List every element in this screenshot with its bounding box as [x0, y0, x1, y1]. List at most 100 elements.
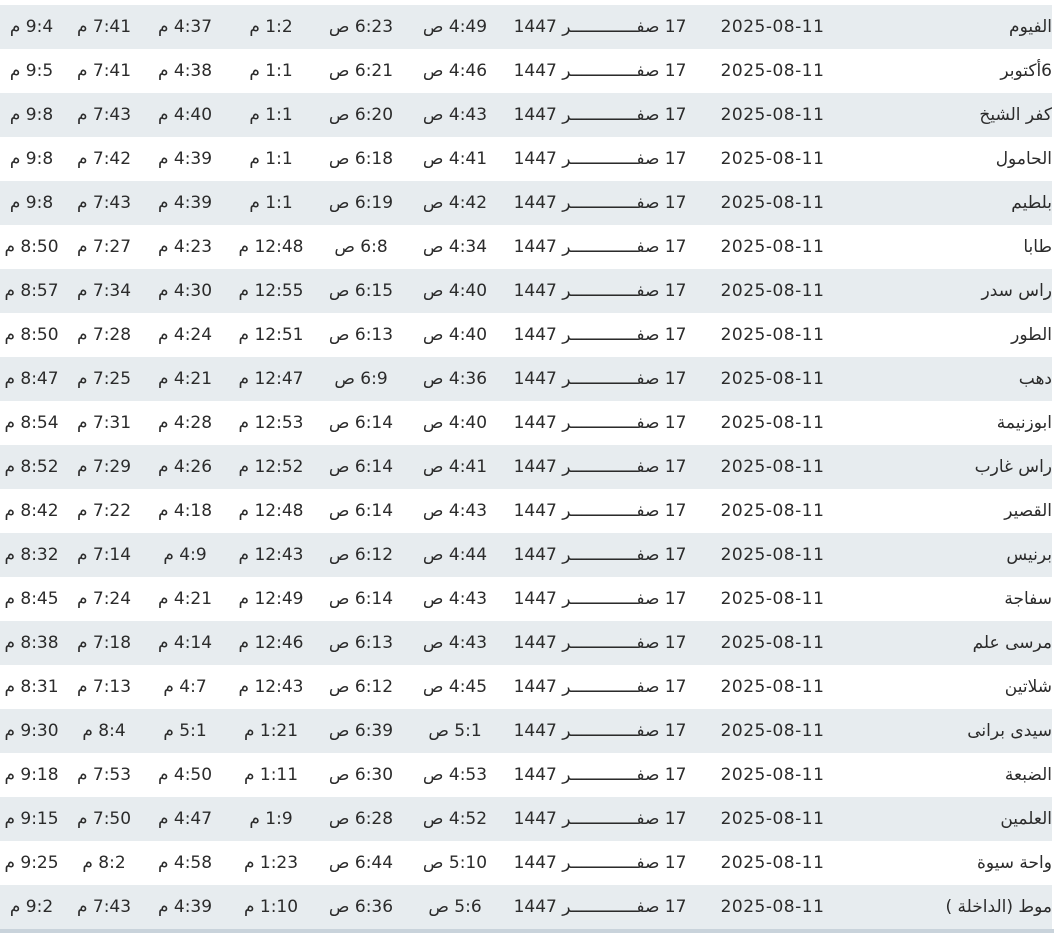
table-row: دهب 2025-08-11 17 صفـــــــــــــر 1447 4:3… — [0, 357, 1052, 401]
fajr-time-cell: 4:45 ص — [422, 677, 488, 697]
fajr-time-cell: 4:34 ص — [422, 237, 488, 257]
date-cell: 2025-08-11 — [720, 809, 825, 829]
sunrise-time-cell: 6:13 ص — [328, 633, 394, 653]
dhuhr-time-cell: 1:1 م — [249, 61, 293, 81]
city-cell: شلاتين — [1004, 677, 1052, 697]
table-row: راس سدر 2025-08-11 17 صفـــــــــــــر 144… — [0, 269, 1052, 313]
maghrib-time-cell: 7:43 م — [76, 193, 132, 213]
isha-time-cell: 9:8 م — [9, 105, 54, 125]
sunrise-time-cell: 6:21 ص — [328, 61, 394, 81]
asr-time-cell: 4:50 م — [157, 765, 213, 785]
asr-time-cell: 4:14 م — [157, 633, 213, 653]
table-row: الطور 2025-08-11 17 صفـــــــــــــر 1447 4… — [0, 313, 1052, 357]
fajr-time-cell: 4:41 ص — [422, 457, 488, 477]
fajr-time-cell: 5:10 ص — [422, 853, 488, 873]
dhuhr-time-cell: 12:55 م — [238, 281, 304, 301]
dhuhr-time-cell: 12:53 م — [238, 413, 304, 433]
fajr-time-cell: 4:41 ص — [422, 149, 488, 169]
sunrise-time-cell: 6:9 ص — [334, 369, 388, 389]
fajr-time-cell: 4:40 ص — [422, 281, 488, 301]
maghrib-time-cell: 7:27 م — [76, 237, 132, 257]
sunrise-time-cell: 6:20 ص — [328, 105, 394, 125]
fajr-time-cell: 4:46 ص — [422, 61, 488, 81]
date-cell: 2025-08-11 — [720, 61, 825, 81]
maghrib-time-cell: 7:24 م — [76, 589, 132, 609]
dhuhr-time-cell: 1:21 م — [243, 721, 299, 741]
hijri-date-cell: 17 صفـــــــــــــر 1447 — [513, 633, 687, 653]
city-cell: راس سدر — [981, 281, 1052, 301]
city-cell: العلمين — [1000, 809, 1052, 829]
isha-time-cell: 9:30 م — [4, 721, 59, 741]
isha-time-cell: 8:47 م — [4, 369, 59, 389]
isha-time-cell: 8:57 م — [4, 281, 59, 301]
maghrib-time-cell: 7:43 م — [76, 897, 132, 917]
fajr-time-cell: 5:1 ص — [428, 721, 482, 741]
fajr-time-cell: 4:40 ص — [422, 413, 488, 433]
dhuhr-time-cell: 1:10 م — [243, 897, 299, 917]
hijri-date-cell: 17 صفـــــــــــــر 1447 — [513, 809, 687, 829]
sunrise-time-cell: 6:18 ص — [328, 149, 394, 169]
asr-time-cell: 4:9 م — [163, 545, 207, 565]
hijri-date-cell: 17 صفـــــــــــــر 1447 — [513, 721, 687, 741]
hijri-date-cell: 17 صفـــــــــــــر 1447 — [513, 369, 687, 389]
table-row: سفاجة 2025-08-11 17 صفـــــــــــــر 1447 4… — [0, 577, 1052, 621]
maghrib-time-cell: 7:28 م — [76, 325, 132, 345]
sunrise-time-cell: 6:12 ص — [328, 677, 394, 697]
sunrise-time-cell: 6:14 ص — [328, 413, 394, 433]
dhuhr-time-cell: 12:52 م — [238, 457, 304, 477]
table-row: طابا 2025-08-11 17 صفـــــــــــــر 1447 4:… — [0, 225, 1052, 269]
fajr-time-cell: 4:40 ص — [422, 325, 488, 345]
dhuhr-time-cell: 1:1 م — [249, 193, 293, 213]
date-cell: 2025-08-11 — [720, 721, 825, 741]
date-cell: 2025-08-11 — [720, 325, 825, 345]
fajr-time-cell: 4:44 ص — [422, 545, 488, 565]
table-row: برنيس 2025-08-11 17 صفـــــــــــــر 1447 4… — [0, 533, 1052, 577]
asr-time-cell: 4:28 م — [157, 413, 213, 433]
maghrib-time-cell: 7:34 م — [76, 281, 132, 301]
sunrise-time-cell: 6:14 ص — [328, 589, 394, 609]
date-cell: 2025-08-11 — [720, 193, 825, 213]
isha-time-cell: 9:25 م — [4, 853, 59, 873]
asr-time-cell: 4:37 م — [157, 17, 213, 37]
sunrise-time-cell: 6:39 ص — [328, 721, 394, 741]
hijri-date-cell: 17 صفـــــــــــــر 1447 — [513, 281, 687, 301]
isha-time-cell: 9:18 م — [4, 765, 59, 785]
dhuhr-time-cell: 12:51 م — [238, 325, 304, 345]
dhuhr-time-cell: 1:11 م — [243, 765, 299, 785]
hijri-date-cell: 17 صفـــــــــــــر 1447 — [513, 149, 687, 169]
fajr-time-cell: 4:36 ص — [422, 369, 488, 389]
city-cell: الضبعة — [1004, 765, 1052, 785]
fajr-time-cell: 4:43 ص — [422, 633, 488, 653]
city-cell: سيدى برانى — [967, 721, 1052, 741]
date-cell: 2025-08-11 — [720, 589, 825, 609]
city-cell: واحة سيوة — [976, 853, 1052, 873]
bottom-divider — [0, 929, 1054, 933]
asr-time-cell: 4:24 م — [157, 325, 213, 345]
isha-time-cell: 9:5 م — [9, 61, 54, 81]
city-cell: ابوزنيمة — [996, 413, 1052, 433]
city-cell: 6أكتوبر — [1000, 61, 1052, 81]
sunrise-time-cell: 6:15 ص — [328, 281, 394, 301]
asr-time-cell: 4:58 م — [157, 853, 213, 873]
fajr-time-cell: 4:52 ص — [422, 809, 488, 829]
dhuhr-time-cell: 12:43 م — [238, 677, 304, 697]
hijri-date-cell: 17 صفـــــــــــــر 1447 — [513, 325, 687, 345]
asr-time-cell: 5:1 م — [163, 721, 207, 741]
hijri-date-cell: 17 صفـــــــــــــر 1447 — [513, 589, 687, 609]
maghrib-time-cell: 7:53 م — [76, 765, 132, 785]
date-cell: 2025-08-11 — [720, 677, 825, 697]
fajr-time-cell: 4:53 ص — [422, 765, 488, 785]
dhuhr-time-cell: 12:46 م — [238, 633, 304, 653]
maghrib-time-cell: 7:31 م — [76, 413, 132, 433]
sunrise-time-cell: 6:30 ص — [328, 765, 394, 785]
sunrise-time-cell: 6:14 ص — [328, 501, 394, 521]
city-cell: كفر الشيخ — [979, 105, 1052, 125]
date-cell: 2025-08-11 — [720, 149, 825, 169]
asr-time-cell: 4:39 م — [157, 897, 213, 917]
maghrib-time-cell: 7:41 م — [76, 17, 132, 37]
asr-time-cell: 4:40 م — [157, 105, 213, 125]
maghrib-time-cell: 7:25 م — [76, 369, 132, 389]
city-cell: طابا — [1023, 237, 1052, 257]
fajr-time-cell: 4:43 ص — [422, 105, 488, 125]
prayer-times-body: الفيوم 2025-08-11 17 صفـــــــــــــر 1447… — [0, 5, 1052, 929]
